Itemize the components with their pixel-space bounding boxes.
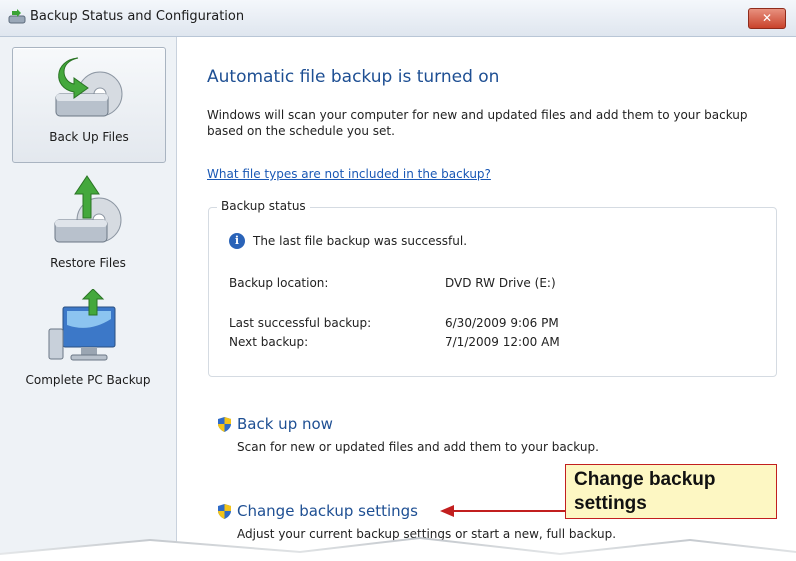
window-title: Backup Status and Configuration [30,9,245,24]
backup-location-label: Backup location: [229,276,329,290]
torn-edge [0,537,796,561]
sidebar-item-label: Back Up Files [49,130,129,144]
shield-icon [218,504,231,519]
excluded-file-types-link[interactable]: What file types are not included in the … [207,167,491,181]
back-up-now-description: Scan for new or updated files and add th… [237,440,599,454]
last-backup-value: 6/30/2009 9:06 PM [445,316,559,330]
sidebar-item-label: Complete PC Backup [25,373,151,387]
callout-arrow [440,505,567,517]
backup-window: Backup Status and Configuration ✕ Back U… [0,0,796,561]
backup-app-icon [8,9,26,24]
page-description: Windows will scan your computer for new … [207,108,748,138]
status-message: The last file backup was successful. [253,234,468,248]
backup-status-group: Backup status i The last file backup was… [208,199,777,377]
info-icon: i [229,233,245,249]
sidebar-item-complete-pc-backup[interactable]: Complete PC Backup [12,289,164,393]
title-bar[interactable]: Backup Status and Configuration ✕ [0,0,796,37]
back-up-now-link[interactable]: Back up now [237,415,333,433]
sidebar-item-restore-files[interactable]: Restore Files [12,172,164,272]
sidebar: Back Up Files Restore Files Complete PC [0,37,177,561]
close-icon: ✕ [761,11,773,25]
next-backup-label: Next backup: [229,335,309,349]
change-backup-settings-link[interactable]: Change backup settings [237,502,418,520]
shield-icon [218,417,231,432]
callout-line-2: settings [574,493,647,514]
backup-drive-icon [55,57,123,117]
sidebar-item-label: Restore Files [50,256,126,270]
group-title: Backup status [217,199,310,213]
pc-backup-icon [48,289,116,361]
last-backup-label: Last successful backup: [229,316,372,330]
callout-line-1: Change backup [574,469,716,490]
sidebar-item-back-up-files[interactable]: Back Up Files [12,47,166,163]
close-button[interactable]: ✕ [748,8,786,29]
next-backup-value: 7/1/2009 12:00 AM [445,335,560,349]
page-heading: Automatic file backup is turned on [207,67,500,87]
backup-location-value: DVD RW Drive (E:) [445,276,556,290]
callout-box: Change backup settings [565,464,777,519]
restore-drive-icon [54,175,122,243]
